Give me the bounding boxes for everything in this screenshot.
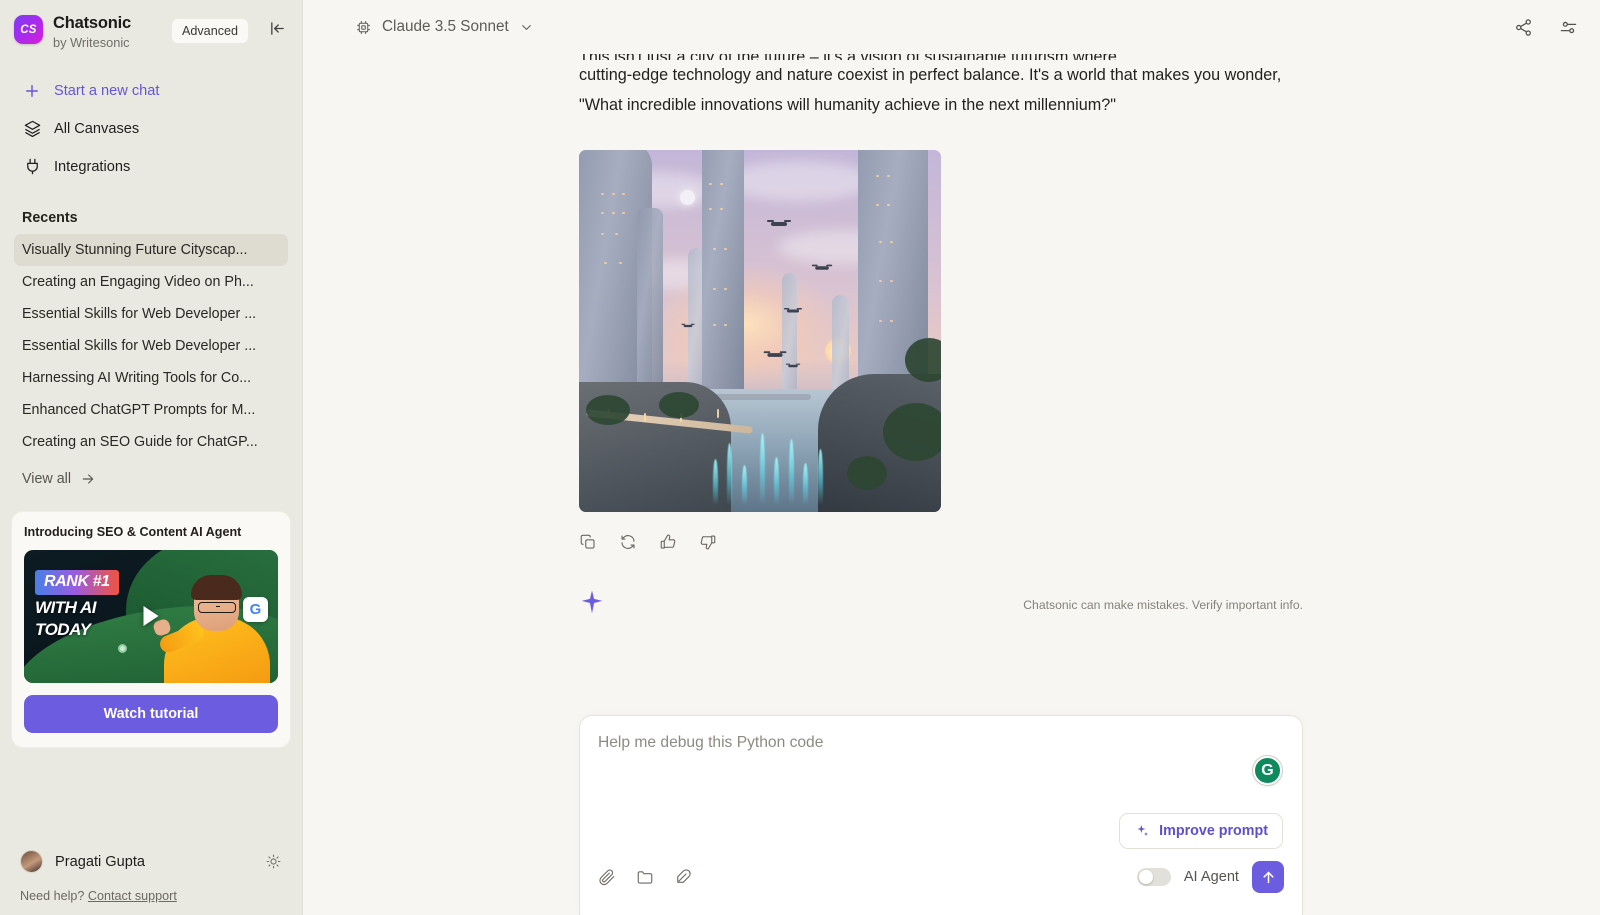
composer[interactable]: Help me debug this Python code G Improve… [579, 715, 1303, 915]
generated-image[interactable] [579, 150, 941, 512]
recent-item[interactable]: Creating an SEO Guide for ChatGP... [14, 426, 288, 458]
thumbs-down-icon[interactable] [699, 533, 717, 551]
avatar [20, 850, 43, 873]
watch-tutorial-button[interactable]: Watch tutorial [24, 694, 278, 733]
help-row: Need help? Contact support [14, 883, 288, 903]
collapse-panel-icon[interactable] [269, 20, 286, 37]
promo-card: Introducing SEO & Content AI Agent RANK … [11, 510, 291, 748]
model-name: Claude 3.5 Sonnet [382, 18, 509, 35]
drone-icon [812, 264, 833, 270]
ai-agent-label: AI Agent [1183, 869, 1239, 885]
improve-prompt-label: Improve prompt [1159, 823, 1268, 839]
recent-item[interactable]: Essential Skills for Web Developer ... [14, 298, 288, 330]
promo-person-image [152, 565, 276, 683]
regenerate-icon[interactable] [619, 533, 637, 551]
drone-icon [681, 323, 695, 327]
sidebar-item-start-new-chat[interactable]: Start a new chat [14, 73, 288, 109]
ai-agent-toggle[interactable] [1136, 868, 1171, 886]
send-button[interactable] [1252, 861, 1284, 893]
share-icon[interactable] [1514, 18, 1533, 37]
message-thread: This isn't just a city of the future – i… [579, 54, 1303, 615]
sidebar-item-label: Start a new chat [54, 82, 160, 99]
model-selector[interactable]: Claude 3.5 Sonnet [345, 12, 544, 42]
composer-wrap: Help me debug this Python code G Improve… [303, 715, 1600, 915]
arrow-up-icon [1260, 869, 1277, 886]
thumbs-up-icon[interactable] [659, 533, 677, 551]
view-all-button[interactable]: View all [0, 471, 302, 487]
topbar-actions [1514, 18, 1578, 37]
message-body: cutting-edge technology and nature coexi… [579, 66, 1282, 114]
recent-item[interactable]: Enhanced ChatGPT Prompts for M... [14, 394, 288, 426]
brand-name: Chatsonic [53, 14, 131, 32]
advanced-badge[interactable]: Advanced [170, 18, 249, 44]
app-root: Chatsonic by Writesonic Advanced Start a… [0, 0, 1600, 915]
sidebar-item-label: All Canvases [54, 120, 140, 137]
feather-icon[interactable] [674, 868, 692, 886]
main-area: Claude 3.5 Sonnet cutting-edge technolog… [303, 0, 1600, 915]
sun-icon[interactable] [265, 853, 282, 870]
copy-icon[interactable] [579, 533, 597, 551]
recents-list: Visually Stunning Future Cityscap... Cre… [0, 233, 302, 458]
drone-icon [763, 350, 787, 357]
thread-footer: Chatsonic can make mistakes. Verify impo… [579, 589, 1303, 615]
chart-dot-marker [118, 643, 127, 653]
attachment-icon[interactable] [598, 868, 616, 886]
recent-item[interactable]: Visually Stunning Future Cityscap... [14, 233, 288, 266]
composer-left-tools [598, 868, 692, 886]
sliders-icon[interactable] [1559, 18, 1578, 37]
sidebar: Chatsonic by Writesonic Advanced Start a… [0, 0, 303, 915]
chatsonic-logo [14, 15, 43, 44]
topbar: Claude 3.5 Sonnet [303, 0, 1600, 54]
sidebar-item-label: Integrations [54, 158, 131, 175]
promo-thumb-line2: WITH AI [35, 597, 97, 617]
chat-input[interactable]: Help me debug this Python code [598, 734, 1284, 752]
brand-text: Chatsonic by Writesonic [53, 13, 131, 51]
promo-title: Introducing SEO & Content AI Agent [24, 524, 242, 539]
message-actions [579, 533, 1303, 551]
plug-icon [22, 157, 42, 177]
layers-icon [22, 119, 42, 139]
help-prefix: Need help? [20, 889, 85, 903]
sidebar-header: Chatsonic by Writesonic Advanced [0, 0, 302, 51]
folder-icon[interactable] [636, 868, 654, 886]
sparkles-icon [1134, 823, 1150, 839]
improve-prompt-button[interactable]: Improve prompt [1119, 813, 1283, 849]
drone-icon [786, 363, 801, 367]
recent-item[interactable]: Essential Skills for Web Developer ... [14, 330, 288, 362]
brand-subtitle: by Writesonic [53, 34, 130, 50]
message-line-clipped: This isn't just a city of the future – i… [579, 54, 1303, 60]
sidebar-item-all-canvases[interactable]: All Canvases [14, 111, 288, 147]
recent-item[interactable]: Harnessing AI Writing Tools for Co... [14, 362, 288, 394]
plus-icon [22, 81, 42, 101]
recent-item[interactable]: Creating an Engaging Video on Ph... [14, 266, 288, 298]
promo-video-thumbnail[interactable]: RANK #1 WITH AI TODAY G [24, 549, 278, 683]
promo-thumb-line3: TODAY [35, 619, 91, 639]
sidebar-item-integrations[interactable]: Integrations [14, 149, 288, 185]
sidebar-footer: Pragati Gupta Need help? Contact support [0, 840, 302, 915]
contact-support-link[interactable]: Contact support [88, 889, 177, 903]
composer-toolbar: AI Agent [598, 861, 1284, 893]
play-icon[interactable] [143, 606, 159, 627]
composer-right-tools: AI Agent [1136, 861, 1284, 893]
chip-icon [355, 19, 372, 36]
assistant-message: This isn't just a city of the future – i… [579, 54, 1303, 120]
user-name: Pragati Gupta [55, 853, 146, 870]
promo-thumb-line1: RANK #1 [35, 569, 119, 595]
chevron-down-icon [519, 20, 534, 35]
recents-heading: Recents [22, 209, 78, 226]
view-all-label: View all [22, 470, 72, 487]
user-row[interactable]: Pragati Gupta [14, 840, 288, 883]
conversation-scroll[interactable]: This isn't just a city of the future – i… [303, 54, 1600, 715]
google-logo-icon: G [243, 596, 268, 622]
arrow-right-icon [80, 471, 96, 487]
drone-icon [784, 308, 803, 313]
disclaimer-text: Chatsonic can make mistakes. Verify impo… [1023, 598, 1303, 612]
sparkle-icon[interactable] [579, 589, 605, 615]
grammarly-badge[interactable]: G [1253, 756, 1282, 785]
sidebar-nav: Start a new chat All Canvases Integratio… [0, 73, 302, 185]
drone-icon [766, 220, 791, 227]
